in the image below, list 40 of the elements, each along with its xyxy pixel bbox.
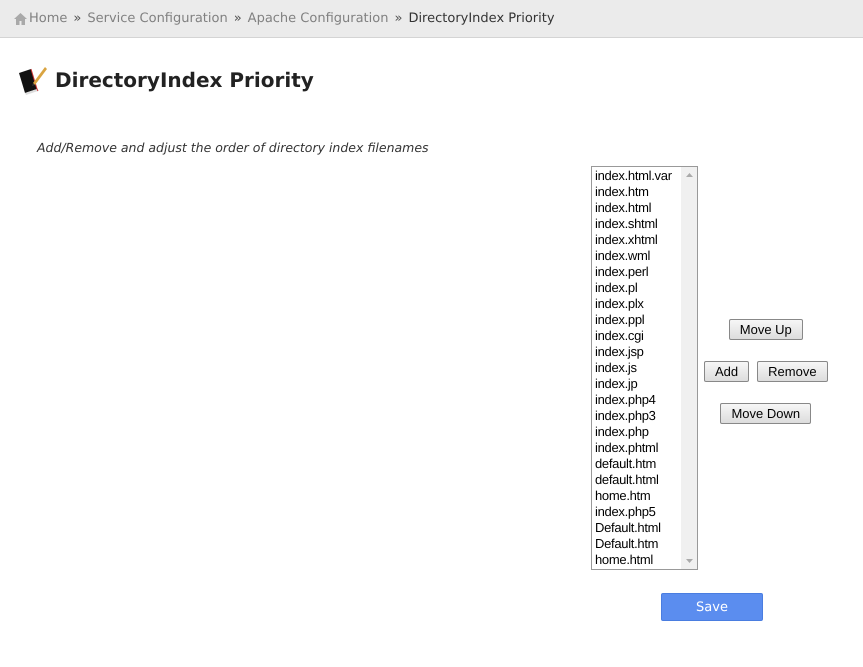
scroll-down-icon[interactable]: [686, 559, 692, 563]
book-pencil-icon: [17, 65, 47, 95]
scroll-up-icon[interactable]: [686, 173, 692, 177]
filename-option[interactable]: index.xhtml: [595, 232, 681, 248]
filename-option[interactable]: index.pl: [595, 280, 681, 296]
filename-option[interactable]: index.cgi: [595, 328, 681, 344]
filename-listbox[interactable]: [591, 166, 698, 570]
filename-option[interactable]: index.js: [595, 360, 681, 376]
home-icon: [14, 12, 27, 24]
filename-option[interactable]: index.phtml: [595, 440, 681, 456]
breadcrumb-separator: »: [394, 11, 402, 26]
filename-option[interactable]: index.jp: [595, 376, 681, 392]
filename-option[interactable]: index.html: [595, 200, 681, 216]
filename-option[interactable]: index.perl: [595, 264, 681, 280]
page-title: DirectoryIndex Priority: [55, 68, 314, 92]
filename-option[interactable]: index.php5: [595, 504, 681, 520]
filename-option[interactable]: index.php3: [595, 408, 681, 424]
filename-option[interactable]: index.wml: [595, 248, 681, 264]
scrollbar[interactable]: [681, 167, 697, 569]
filename-option[interactable]: home.htm: [595, 488, 681, 504]
breadcrumb-separator: »: [73, 11, 82, 26]
filename-option[interactable]: index.html.var: [595, 168, 681, 184]
filename-option[interactable]: default.htm: [595, 456, 681, 472]
move-up-button[interactable]: Move Up: [728, 318, 803, 340]
filename-option[interactable]: index.php4: [595, 392, 681, 408]
move-down-button[interactable]: Move Down: [720, 402, 812, 424]
filename-option[interactable]: Default.htm: [595, 536, 681, 552]
filename-option[interactable]: index.ppl: [595, 312, 681, 328]
filename-option[interactable]: index.htm: [595, 184, 681, 200]
filename-option[interactable]: index.php: [595, 424, 681, 440]
remove-button[interactable]: Remove: [757, 360, 828, 382]
filename-option[interactable]: index.jsp: [595, 344, 681, 360]
filename-option[interactable]: index.plx: [595, 296, 681, 312]
description-text: Add/Remove and adjust the order of directory index filenames: [37, 140, 430, 155]
filename-option[interactable]: Default.html: [595, 520, 681, 536]
breadcrumb-separator: »: [234, 11, 242, 26]
filename-option[interactable]: default.html: [595, 472, 681, 488]
filename-option[interactable]: index.shtml: [595, 216, 681, 232]
filename-option[interactable]: home.html: [595, 552, 681, 568]
add-button[interactable]: Add: [704, 360, 750, 382]
